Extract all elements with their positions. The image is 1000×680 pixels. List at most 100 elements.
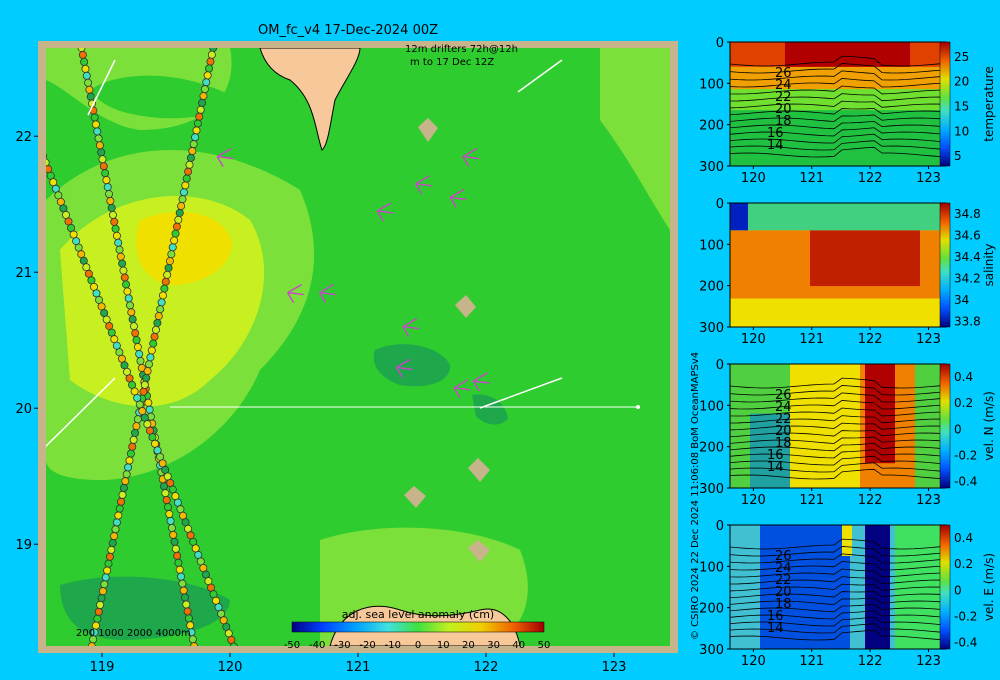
map-x-tick-label: 119 (90, 660, 115, 675)
track-point (120, 361, 129, 370)
track-point (219, 616, 228, 625)
panel-colorbar-tick-label: -0.4 (954, 474, 977, 488)
panel-y-tick-label: 300 (699, 482, 724, 497)
track-point (142, 373, 151, 382)
track-point (191, 544, 200, 553)
track-point (104, 559, 113, 568)
track-point (160, 284, 169, 293)
track-point (217, 609, 226, 618)
map-y-tick-label: 21 (15, 266, 32, 281)
track-point (203, 71, 212, 80)
map-x-tick-label: 120 (218, 660, 243, 675)
panel-y-tick-label: 0 (716, 36, 724, 51)
track-point (85, 85, 94, 94)
sea-level-field (46, 48, 670, 646)
track-point (145, 360, 154, 369)
track-point (171, 492, 180, 501)
track-point (114, 238, 123, 247)
panel-colorbar (939, 202, 951, 328)
track-point (143, 367, 152, 376)
panel-x-tick-label: 123 (916, 171, 941, 186)
panel-colorbar-tick-label: 0.4 (954, 370, 973, 384)
panel-colorbar-tick-label: 34.6 (954, 228, 981, 242)
track-point (166, 516, 175, 525)
track-point (191, 133, 200, 142)
field-band (730, 203, 946, 231)
track-point (125, 301, 134, 310)
track-point (101, 573, 110, 582)
track-point (135, 350, 144, 359)
track-point (117, 497, 126, 506)
track-point (129, 322, 138, 331)
track-point (114, 511, 123, 520)
track-point (184, 167, 193, 176)
track-point (186, 153, 195, 162)
track-point (135, 400, 144, 409)
track-point (189, 537, 198, 546)
track-point (169, 530, 178, 539)
track-point (132, 422, 141, 431)
panel-x-tick-label: 122 (858, 654, 883, 669)
track-point (131, 429, 140, 438)
map-title: OM_fc_v4 17-Dec-2024 00Z (258, 23, 438, 38)
track-point (77, 250, 86, 259)
panel-colorbar-tick-label: 5 (954, 149, 962, 163)
track-point (201, 570, 210, 579)
panel-x-tick-label: 120 (741, 654, 766, 669)
track-point (140, 380, 149, 389)
track-point (112, 231, 121, 240)
colorbar-tick-label: 50 (538, 640, 551, 651)
track-point (131, 329, 140, 338)
track-point (165, 510, 174, 519)
track-point (209, 590, 218, 599)
track-point (177, 202, 186, 211)
track-point (94, 134, 103, 143)
track-point (99, 162, 108, 171)
track-point (192, 126, 201, 135)
panel-y-tick-label: 100 (699, 399, 724, 414)
track-point (199, 564, 208, 573)
track-point (148, 433, 157, 442)
track-point (214, 603, 223, 612)
colorbar-tick-label: -40 (309, 640, 325, 651)
track-point (115, 245, 124, 254)
track-point (183, 607, 192, 616)
track-point (87, 276, 96, 285)
track-point (100, 580, 109, 589)
track-point (163, 503, 172, 512)
track-point (80, 57, 89, 66)
track-point (199, 92, 208, 101)
panel-colorbar-tick-label: -0.2 (954, 609, 977, 623)
track-point (171, 229, 180, 238)
track-point (118, 490, 127, 499)
colorbar-tick-label: -50 (284, 640, 300, 651)
panel-colorbar-tick-label: 0 (954, 583, 962, 597)
track-point (95, 141, 104, 150)
track-point (174, 215, 183, 224)
track-point (103, 566, 112, 575)
track-point (82, 71, 91, 80)
track-point (166, 478, 175, 487)
track-point (111, 224, 120, 233)
contour-label: 14 (767, 138, 784, 153)
track-point (157, 298, 166, 307)
track-point (100, 308, 109, 317)
colorbar-tick-label: -10 (385, 640, 401, 651)
track-point (90, 113, 99, 122)
track-point (102, 315, 111, 324)
track-point (92, 289, 101, 298)
track-point (194, 550, 203, 559)
drifter-note-line2: m to 17 Dec 12Z (410, 57, 494, 68)
track-point (198, 98, 207, 107)
panel-x-tick-label: 122 (858, 171, 883, 186)
track-point (140, 413, 149, 422)
panel-y-tick-label: 100 (699, 560, 724, 575)
panel-colorbar-tick-label: 34.4 (954, 250, 981, 264)
colorbar-tick-label: 30 (487, 640, 500, 651)
panel-y-tick-label: 100 (699, 77, 724, 92)
panel-x-tick-label: 120 (741, 493, 766, 508)
track-point (224, 629, 233, 638)
track-point (120, 273, 129, 282)
track-point (167, 250, 176, 259)
panel-colorbar (939, 363, 951, 489)
